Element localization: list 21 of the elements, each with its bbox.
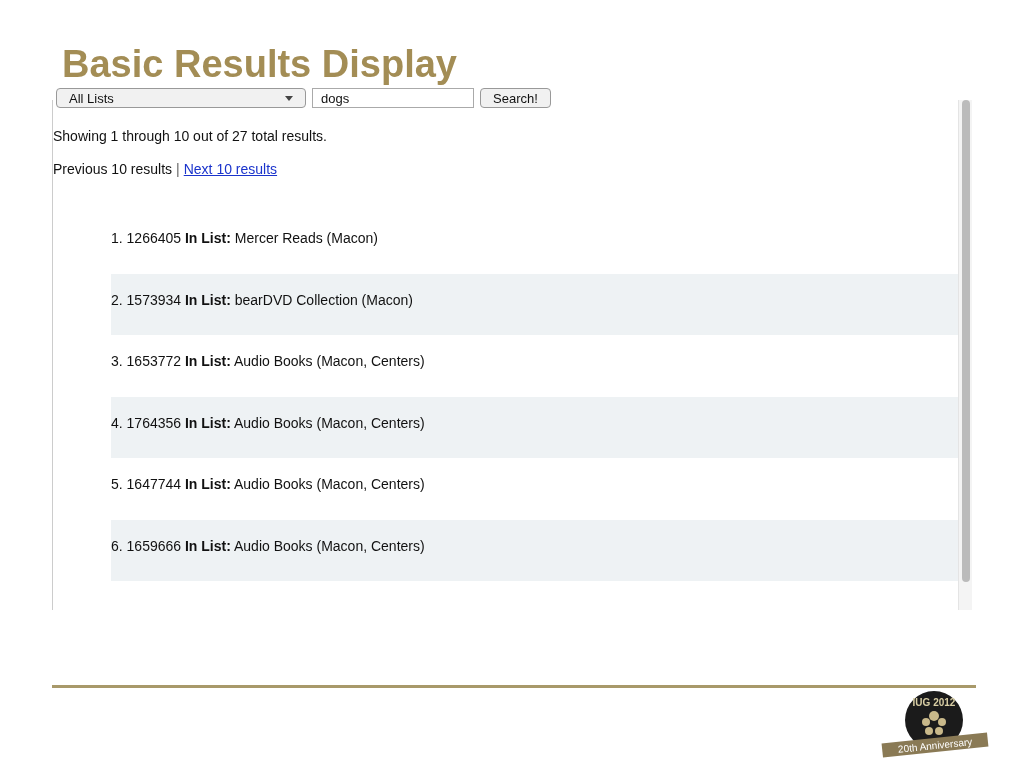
search-button[interactable]: Search! [480, 88, 551, 108]
result-row[interactable]: 4. 1764356 In List: Audio Books (Macon, Centers) [111, 396, 958, 458]
next-results-link[interactable]: Next 10 results [183, 159, 278, 180]
result-row[interactable]: 6. 1659666 In List: Audio Books (Macon, Centers) [111, 519, 958, 581]
result-text: 4. 1764356 In List: Audio Books (Macon, Centers) [111, 413, 425, 433]
result-text: 5. 1647744 In List: Audio Books (Macon, Centers) [111, 475, 425, 495]
search-field[interactable]: dogs [312, 88, 474, 108]
result-text: 2. 1573934 In List: bearDVD Collection (Macon) [111, 290, 413, 310]
scrollbar-thumb[interactable] [961, 100, 970, 582]
previous-results-text: Previous 10 results [53, 160, 173, 179]
anniversary-logo: IUG 2012 20th Anniversary [880, 690, 991, 762]
result-row[interactable]: 2. 1573934 In List: bearDVD Collection (Macon) [111, 273, 958, 335]
result-text: 1. 1266405 In List: Mercer Reads (Macon) [111, 229, 378, 249]
pager-separator: | [176, 160, 180, 179]
results-summary: Showing 1 through 10 out of 27 total results. [53, 127, 327, 146]
result-text: 3. 1653772 In List: Audio Books (Macon, Centers) [111, 352, 425, 372]
list-select[interactable]: All Lists [56, 88, 306, 108]
result-text: 6. 1659666 In List: Audio Books (Macon, Centers) [111, 536, 425, 556]
slide-title: Basic Results Display [62, 42, 457, 87]
scrollbar[interactable] [958, 100, 972, 610]
dropdown-arrow-icon [285, 95, 293, 101]
